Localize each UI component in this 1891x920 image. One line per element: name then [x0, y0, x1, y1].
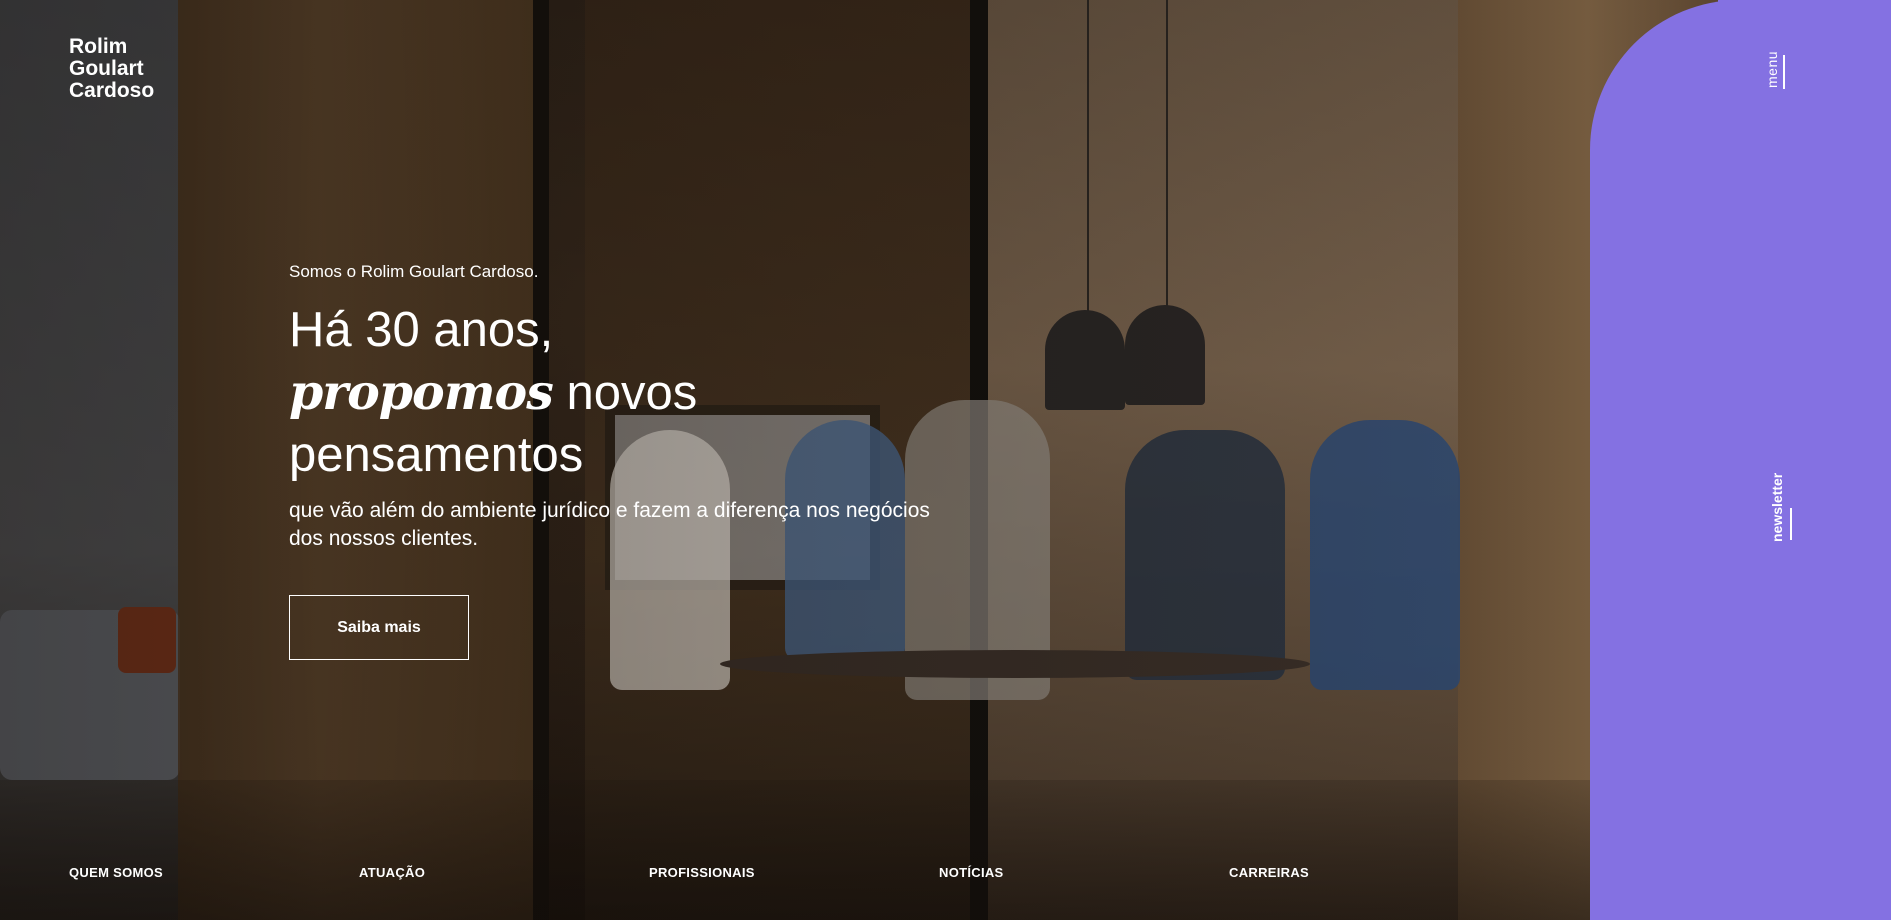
- hero-dark-overlay: [0, 0, 1718, 920]
- logo-line: Cardoso: [69, 79, 155, 102]
- menu-button[interactable]: menu: [1764, 51, 1780, 88]
- hero-eyebrow: Somos o Rolim Goulart Cardoso.: [289, 262, 539, 281]
- logo-line: Rolim: [69, 35, 128, 58]
- logo-line: Goulart: [69, 57, 144, 80]
- brand-logo[interactable]: Rolim Goulart Cardoso: [69, 36, 154, 102]
- hero-subtext: que vão além do ambiente jurídico e faze…: [289, 499, 930, 550]
- nav-profissionais[interactable]: PROFISSIONAIS: [649, 865, 755, 880]
- newsletter-button[interactable]: newsletter: [1769, 473, 1785, 542]
- menu-line-icon: [1783, 55, 1785, 89]
- newsletter-line-icon: [1790, 508, 1792, 540]
- hero-headline: Há 30 anos, propomos novos pensamentos: [289, 299, 697, 486]
- nav-quem-somos[interactable]: QUEM SOMOS: [69, 865, 163, 880]
- saiba-mais-button[interactable]: Saiba mais: [289, 595, 469, 660]
- headline-text: novos: [552, 366, 698, 420]
- nav-carreiras[interactable]: CARREIRAS: [1229, 865, 1309, 880]
- headline-emphasis: propomos: [289, 363, 554, 421]
- nav-atuacao[interactable]: ATUAÇÃO: [359, 865, 425, 880]
- side-panel-fill: [1718, 0, 1891, 920]
- hero-background-image: [0, 0, 1718, 920]
- headline-line: propomos novos: [289, 361, 697, 424]
- nav-noticias[interactable]: NOTÍCIAS: [939, 865, 1004, 880]
- headline-line: pensamentos: [289, 428, 584, 482]
- bottom-nav: QUEM SOMOS ATUAÇÃO PROFISSIONAIS NOTÍCIA…: [0, 865, 1718, 885]
- headline-line: Há 30 anos,: [289, 303, 554, 357]
